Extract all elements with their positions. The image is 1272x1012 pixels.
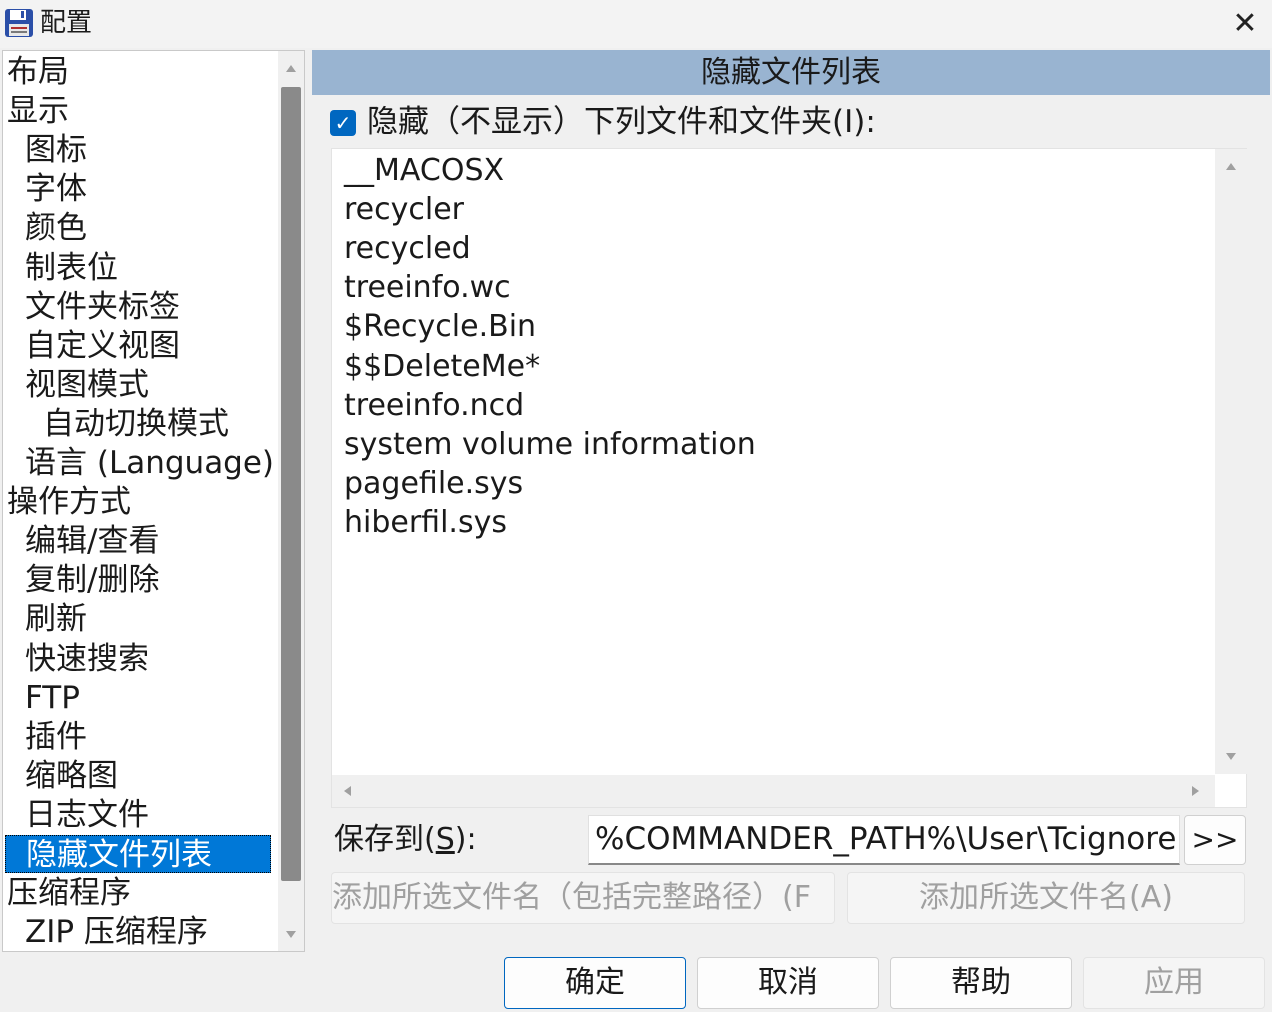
tree-item[interactable]: 字体 [25, 170, 87, 208]
tree-item[interactable]: 语言 (Language) [25, 444, 274, 482]
hide-files-label[interactable]: 隐藏（不显示）下列文件和文件夹(I): [367, 102, 876, 142]
apply-button[interactable]: 应用 [1083, 957, 1265, 1009]
file-entry: __MACOSX [344, 153, 505, 188]
browse-button[interactable]: >> [1184, 815, 1246, 865]
scroll-left-icon[interactable] [344, 786, 351, 796]
scroll-up-icon[interactable] [1226, 163, 1236, 170]
tree-item[interactable]: 颜色 [25, 209, 87, 247]
tree-item[interactable]: FTP [25, 679, 80, 717]
tree-item[interactable]: 显示 [7, 92, 69, 130]
tree-item[interactable]: 隐藏文件列表 [5, 835, 271, 873]
add-selected-fullpath-button[interactable]: 添加所选文件名（包括完整路径）(F [331, 872, 835, 924]
tree-item[interactable]: 插件 [25, 718, 87, 756]
hidden-files-textarea[interactable]: __MACOSX recycler recycled treeinfo.wc $Recy… [331, 148, 1247, 808]
tree-scrollbar[interactable] [278, 51, 304, 951]
file-entry: recycled [344, 231, 471, 267]
tree-item[interactable]: 视图模式 [25, 366, 149, 404]
tree-item[interactable]: 文件夹标签 [25, 288, 180, 326]
tree-item[interactable]: 自动切换模式 [43, 405, 229, 443]
file-entry: $Recycle.Bin [344, 309, 537, 345]
scroll-right-icon[interactable] [1192, 786, 1199, 796]
tree-item[interactable]: 压缩程序 [7, 874, 131, 912]
file-list-hscrollbar[interactable] [332, 775, 1215, 807]
cancel-button[interactable]: 取消 [697, 957, 879, 1009]
settings-tree[interactable]: 布局 显示 图标 字体 颜色 制表位 文件夹标签 自定义视图 视图模式 自动切换模式 语言 (Lan… [2, 50, 305, 952]
file-list-vscrollbar[interactable] [1215, 149, 1247, 774]
tree-item[interactable]: 缩略图 [25, 757, 118, 795]
file-entry: hiberfil.sys [344, 504, 507, 540]
add-selected-name-button[interactable]: 添加所选文件名(A) [847, 872, 1245, 924]
save-to-label: 保存到(S): [334, 822, 477, 857]
tree-item[interactable]: 快速搜索 [25, 640, 149, 678]
file-entry: $$DeleteMe* [344, 348, 541, 384]
tree-item[interactable]: 图标 [25, 131, 87, 169]
tree-item[interactable]: 操作方式 [7, 483, 131, 521]
tree-item[interactable]: 日志文件 [25, 796, 149, 834]
tree-item[interactable]: 复制/删除 [25, 561, 159, 599]
tree-item[interactable]: 制表位 [25, 249, 118, 287]
file-entry: treeinfo.wc [344, 270, 511, 306]
file-entry: pagefile.sys [344, 465, 524, 501]
tree-item[interactable]: 自定义视图 [25, 327, 180, 365]
file-entry: treeinfo.ncd [344, 387, 525, 423]
hide-files-checkbox[interactable]: ✓ [330, 110, 356, 136]
file-entry: system volume information [344, 426, 756, 462]
tree-scrollbar-thumb[interactable] [281, 87, 301, 881]
tree-item[interactable]: 布局 [7, 53, 69, 91]
close-button[interactable]: ✕ [1222, 2, 1268, 46]
file-entry: recycler [344, 192, 464, 228]
save-path-input[interactable]: %COMMANDER_PATH%\User\Tcignore.txt [588, 815, 1180, 865]
tree-item[interactable]: ZIP 压缩程序 [25, 913, 208, 951]
tree-item[interactable]: 编辑/查看 [25, 522, 159, 560]
scroll-down-icon[interactable] [1226, 753, 1236, 760]
help-button[interactable]: 帮助 [890, 957, 1072, 1009]
window-title: 配置 [40, 8, 93, 38]
scroll-down-icon[interactable] [286, 931, 296, 938]
section-header: 隐藏文件列表 [312, 50, 1270, 95]
title-bar [0, 0, 1272, 48]
scroll-up-icon[interactable] [286, 65, 296, 72]
ok-button[interactable]: 确定 [504, 957, 686, 1009]
floppy-disk-icon [5, 9, 33, 37]
tree-item[interactable]: 刷新 [25, 600, 87, 638]
